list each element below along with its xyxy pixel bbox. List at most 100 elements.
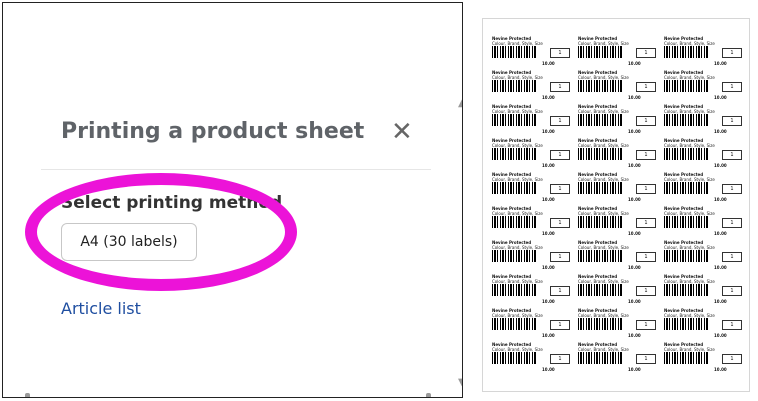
barcode-icon <box>578 114 623 126</box>
barcode-icon <box>492 284 537 296</box>
barcode-icon <box>492 114 537 126</box>
label-qty-box: 1 <box>722 286 742 296</box>
label-cell: Nevine Protected Colour, Brand, Style, Si… <box>578 172 658 204</box>
label-cell: Nevine Protected Colour, Brand, Style, Si… <box>664 240 744 272</box>
label-qty-box: 1 <box>636 82 656 92</box>
label-price: 10.00 <box>628 299 641 304</box>
label-cell: Nevine Protected Colour, Brand, Style, Si… <box>664 274 744 306</box>
label-cell: Nevine Protected Colour, Brand, Style, Si… <box>578 274 658 306</box>
label-qty-box: 1 <box>550 354 570 364</box>
scroll-left-handle[interactable] <box>25 393 30 397</box>
label-cell: Nevine Protected Colour, Brand, Style, Si… <box>492 206 572 238</box>
label-cell: Nevine Protected Colour, Brand, Style, Si… <box>578 70 658 102</box>
label-price: 10.00 <box>628 197 641 202</box>
label-qty-box: 1 <box>722 48 742 58</box>
label-price: 10.00 <box>542 197 555 202</box>
printing-method-select[interactable]: A4 (30 labels) <box>61 223 197 261</box>
label-price: 10.00 <box>628 231 641 236</box>
barcode-icon <box>492 46 537 58</box>
label-price: 10.00 <box>628 367 641 372</box>
scroll-down-icon[interactable]: ▼ <box>458 377 462 388</box>
label-cell: Nevine Protected Colour, Brand, Style, Si… <box>664 206 744 238</box>
dialog-panel: Printing a product sheet ✕ Select printi… <box>2 2 463 398</box>
label-cell: Nevine Protected Colour, Brand, Style, Si… <box>578 206 658 238</box>
article-list-link[interactable]: Article list <box>61 299 141 318</box>
label-sheet-preview: Nevine Protected Colour, Brand, Style, Si… <box>482 18 750 392</box>
label-cell: Nevine Protected Colour, Brand, Style, Si… <box>492 138 572 170</box>
label-cell: Nevine Protected Colour, Brand, Style, Si… <box>664 342 744 374</box>
label-price: 10.00 <box>542 95 555 100</box>
label-cell: Nevine Protected Colour, Brand, Style, Si… <box>578 36 658 68</box>
label-cell: Nevine Protected Colour, Brand, Style, Si… <box>664 138 744 170</box>
label-qty-box: 1 <box>550 150 570 160</box>
label-price: 10.00 <box>628 95 641 100</box>
label-qty-box: 1 <box>550 286 570 296</box>
label-qty-box: 1 <box>636 354 656 364</box>
label-qty-box: 1 <box>636 48 656 58</box>
barcode-icon <box>578 46 623 58</box>
label-qty-box: 1 <box>722 252 742 262</box>
label-price: 10.00 <box>714 95 727 100</box>
label-price: 10.00 <box>714 163 727 168</box>
label-qty-box: 1 <box>550 116 570 126</box>
label-qty-box: 1 <box>636 286 656 296</box>
barcode-icon <box>664 80 709 92</box>
label-cell: Nevine Protected Colour, Brand, Style, Si… <box>492 36 572 68</box>
label-price: 10.00 <box>714 333 727 338</box>
barcode-icon <box>492 148 537 160</box>
label-cell: Nevine Protected Colour, Brand, Style, Si… <box>492 70 572 102</box>
barcode-icon <box>664 182 709 194</box>
label-cell: Nevine Protected Colour, Brand, Style, Si… <box>664 104 744 136</box>
label-cell: Nevine Protected Colour, Brand, Style, Si… <box>492 342 572 374</box>
label-cell: Nevine Protected Colour, Brand, Style, Si… <box>492 308 572 340</box>
barcode-icon <box>492 250 537 262</box>
label-price: 10.00 <box>542 163 555 168</box>
label-qty-box: 1 <box>550 48 570 58</box>
label-qty-box: 1 <box>722 116 742 126</box>
label-price: 10.00 <box>628 61 641 66</box>
label-price: 10.00 <box>628 333 641 338</box>
barcode-icon <box>578 80 623 92</box>
label-cell: Nevine Protected Colour, Brand, Style, Si… <box>664 172 744 204</box>
label-qty-box: 1 <box>722 354 742 364</box>
label-cell: Nevine Protected Colour, Brand, Style, Si… <box>578 104 658 136</box>
barcode-icon <box>492 182 537 194</box>
label-price: 10.00 <box>542 61 555 66</box>
label-price: 10.00 <box>628 129 641 134</box>
scroll-right-handle[interactable] <box>426 393 431 397</box>
label-qty-box: 1 <box>722 184 742 194</box>
barcode-icon <box>664 114 709 126</box>
label-qty-box: 1 <box>550 82 570 92</box>
barcode-icon <box>578 352 623 364</box>
barcode-icon <box>664 46 709 58</box>
label-qty-box: 1 <box>636 252 656 262</box>
label-cell: Nevine Protected Colour, Brand, Style, Si… <box>664 36 744 68</box>
label-qty-box: 1 <box>722 218 742 228</box>
barcode-icon <box>578 182 623 194</box>
label-cell: Nevine Protected Colour, Brand, Style, Si… <box>578 138 658 170</box>
label-price: 10.00 <box>628 163 641 168</box>
divider <box>41 169 431 170</box>
label-qty-box: 1 <box>550 252 570 262</box>
label-cell: Nevine Protected Colour, Brand, Style, Si… <box>492 274 572 306</box>
barcode-icon <box>664 318 709 330</box>
label-price: 10.00 <box>542 129 555 134</box>
barcode-icon <box>664 284 709 296</box>
label-price: 10.00 <box>542 299 555 304</box>
barcode-icon <box>578 148 623 160</box>
scroll-up-icon[interactable]: ▲ <box>458 98 462 109</box>
label-cell: Nevine Protected Colour, Brand, Style, Si… <box>492 104 572 136</box>
label-qty-box: 1 <box>722 320 742 330</box>
label-cell: Nevine Protected Colour, Brand, Style, Si… <box>578 308 658 340</box>
label-qty-box: 1 <box>550 218 570 228</box>
label-cell: Nevine Protected Colour, Brand, Style, Si… <box>492 172 572 204</box>
label-qty-box: 1 <box>550 184 570 194</box>
label-price: 10.00 <box>714 197 727 202</box>
barcode-icon <box>664 352 709 364</box>
barcode-icon <box>492 318 537 330</box>
label-cell: Nevine Protected Colour, Brand, Style, Si… <box>492 240 572 272</box>
label-qty-box: 1 <box>550 320 570 330</box>
close-icon[interactable]: ✕ <box>391 117 413 147</box>
select-printing-method-label: Select printing method <box>61 193 283 213</box>
label-price: 10.00 <box>542 265 555 270</box>
